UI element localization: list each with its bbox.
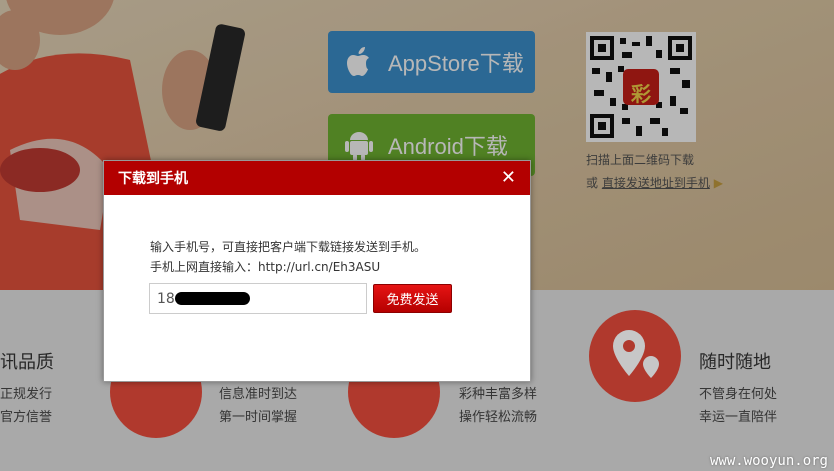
- dialog-url-hint: 手机上网直接输入：http://url.cn/Eh3ASU: [150, 260, 381, 274]
- free-send-button[interactable]: 免费发送: [373, 284, 452, 313]
- watermark: www.wooyun.org: [709, 453, 828, 469]
- dialog-instruction: 输入手机号，可直接把客户端下载链接发送到手机。: [150, 240, 427, 254]
- close-icon[interactable]: ✕: [501, 167, 516, 188]
- dialog-title: 下载到手机: [118, 171, 188, 187]
- dialog-header: 下载到手机 ✕: [104, 161, 530, 195]
- download-to-phone-dialog: 下载到手机 ✕ 输入手机号，可直接把客户端下载链接发送到手机。 手机上网直接输入…: [103, 160, 531, 382]
- redaction-mark: [175, 292, 250, 305]
